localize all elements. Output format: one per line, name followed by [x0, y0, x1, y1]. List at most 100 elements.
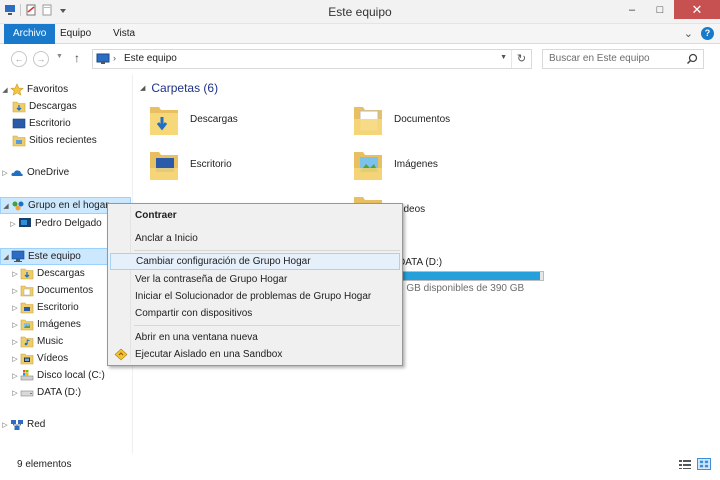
folder-label: Documentos — [394, 113, 451, 125]
expand-arrow-icon[interactable]: ▷ — [10, 355, 20, 363]
nav-item-label: DATA (D:) — [37, 387, 82, 398]
forward-button[interactable]: → — [33, 51, 49, 67]
expand-ribbon-icon[interactable]: ⌄ — [684, 27, 693, 40]
menu-item-solucionador[interactable]: Iniciar el Solucionador de problemas de … — [110, 288, 400, 305]
menu-item-ver-contrasena[interactable]: Ver la contraseña de Grupo Hogar — [110, 271, 400, 288]
menu-item-sandbox[interactable]: Ejecutar Aislado en una Sandbox — [110, 346, 400, 363]
pictures-folder-icon — [354, 152, 382, 180]
expand-arrow-icon[interactable]: ▷ — [10, 287, 20, 295]
menu-item-contraer[interactable]: Contraer — [110, 207, 400, 224]
close-button[interactable]: ✕ — [674, 0, 720, 19]
nav-item-label: Music — [37, 336, 64, 347]
expand-arrow-icon[interactable]: ▷ — [10, 372, 20, 380]
folder-label: Escritorio — [190, 158, 232, 170]
menu-item-compartir[interactable]: Compartir con dispositivos — [110, 305, 400, 322]
folder-item-documentos[interactable]: Documentos — [352, 101, 450, 137]
group-header-carpetas[interactable]: ◢ Carpetas (6) — [140, 81, 218, 95]
nav-item-label: Sitios recientes — [29, 135, 97, 146]
folder-item-imagenes[interactable]: Imágenes — [352, 146, 438, 182]
back-button[interactable]: ← — [11, 51, 27, 67]
refresh-button[interactable]: ↻ — [511, 50, 531, 68]
details-view-icon[interactable] — [678, 458, 692, 470]
window-controls: – □ ✕ — [618, 0, 720, 19]
downloads-folder-icon — [12, 101, 26, 113]
expand-arrow-icon[interactable]: ▷ — [0, 421, 10, 429]
nav-item-onedrive[interactable]: ▷ OneDrive — [0, 164, 132, 181]
nav-item-label: Descargas — [37, 268, 85, 279]
nav-item-label: Documentos — [37, 285, 94, 296]
pictures-folder-icon — [20, 319, 34, 331]
folder-item-escritorio[interactable]: Escritorio — [148, 146, 232, 182]
expand-arrow-icon[interactable]: ▷ — [10, 389, 20, 397]
nav-item-data-d[interactable]: ▷ DATA (D:) — [10, 384, 132, 401]
expand-arrow-icon[interactable]: ▷ — [8, 220, 18, 228]
group-title: Carpetas (6) — [151, 81, 219, 95]
onedrive-icon — [11, 170, 23, 176]
homegroup-icon — [12, 201, 24, 211]
desktop-folder-icon — [20, 302, 34, 314]
status-bar: 9 elementos — [0, 454, 720, 480]
nav-item-disco-local[interactable]: ▷ Disco local (C:) — [10, 367, 132, 384]
nav-item-sitios-recientes[interactable]: Sitios recientes — [12, 132, 132, 149]
collapse-arrow-icon[interactable]: ◢ — [1, 202, 11, 210]
expand-arrow-icon[interactable]: ▷ — [10, 321, 20, 329]
menu-separator — [134, 250, 400, 251]
search-icon[interactable] — [686, 53, 698, 65]
maximize-button[interactable]: □ — [646, 0, 674, 19]
drive-label-data[interactable]: DATA (D:) — [398, 257, 442, 268]
desktop-icon — [12, 118, 26, 129]
tab-archivo[interactable]: Archivo — [4, 24, 56, 44]
downloads-folder-icon — [20, 268, 34, 280]
search-input[interactable]: Buscar en Este equipo — [542, 49, 704, 69]
menu-item-anclar-inicio[interactable]: Anclar a Inicio — [110, 230, 400, 247]
folder-label: Imágenes — [394, 158, 438, 170]
nav-item-label: OneDrive — [27, 167, 70, 178]
drive-icon — [20, 390, 34, 397]
menu-separator — [134, 325, 400, 326]
nav-item-favoritos[interactable]: ◢ Favoritos — [0, 81, 132, 98]
menu-item-abrir-ventana-nueva[interactable]: Abrir en una ventana nueva — [110, 329, 400, 346]
address-dropdown-icon[interactable]: ▼ — [500, 54, 507, 61]
tab-equipo[interactable]: Equipo — [52, 24, 99, 44]
nav-item-descargas-fav[interactable]: Descargas — [12, 98, 132, 115]
drive-usage-bar — [398, 271, 544, 281]
expand-arrow-icon[interactable]: ▷ — [10, 338, 20, 346]
downloads-folder-icon — [150, 107, 178, 135]
recent-locations-dropdown-icon[interactable]: ▼ — [56, 53, 63, 60]
breadcrumb-chevron-icon[interactable]: › — [113, 53, 116, 63]
expand-arrow-icon[interactable]: ▷ — [0, 169, 10, 177]
up-button[interactable]: ↑ — [74, 51, 80, 65]
tab-vista[interactable]: Vista — [105, 24, 143, 44]
nav-item-label: Pedro Delgado — [35, 218, 102, 229]
address-bar[interactable]: › Este equipo ▼ ↻ — [92, 49, 532, 69]
breadcrumb-location[interactable]: Este equipo — [124, 53, 177, 64]
folder-label: Descargas — [190, 113, 238, 125]
videos-folder-icon — [20, 353, 34, 365]
collapse-arrow-icon[interactable]: ◢ — [1, 253, 11, 261]
star-icon — [10, 83, 24, 96]
expand-arrow-icon[interactable]: ▷ — [10, 270, 20, 278]
expand-arrow-icon[interactable]: ▷ — [10, 304, 20, 312]
menu-item-cambiar-configuracion[interactable]: Cambiar configuración de Grupo Hogar — [110, 253, 400, 270]
folder-item-descargas[interactable]: Descargas — [148, 101, 238, 137]
nav-item-red[interactable]: ▷ Red — [0, 416, 132, 433]
collapse-arrow-icon[interactable]: ◢ — [0, 86, 10, 94]
network-icon — [11, 420, 23, 430]
nav-item-label: Favoritos — [27, 84, 69, 95]
sandbox-icon — [114, 348, 128, 361]
collapse-group-icon[interactable]: ◢ — [140, 84, 145, 92]
nav-item-label: Vídeos — [37, 353, 69, 364]
context-menu: Contraer Anclar a Inicio Cambiar configu… — [107, 203, 403, 366]
tiles-view-icon[interactable] — [697, 458, 711, 470]
help-icon[interactable]: ? — [701, 27, 714, 40]
computer-icon — [96, 53, 110, 64]
menu-item-label: Ejecutar Aislado en una Sandbox — [135, 349, 283, 360]
nav-item-escritorio-fav[interactable]: Escritorio — [12, 115, 132, 132]
title-bar: Este equipo – □ ✕ — [0, 0, 720, 24]
ribbon-tabs: Archivo Equipo Vista ⌄ ? — [0, 24, 720, 44]
user-pc-icon — [19, 218, 31, 227]
nav-item-label: Escritorio — [37, 302, 79, 313]
nav-item-label: Descargas — [29, 101, 77, 112]
minimize-button[interactable]: – — [618, 0, 646, 19]
music-folder-icon — [20, 336, 34, 348]
